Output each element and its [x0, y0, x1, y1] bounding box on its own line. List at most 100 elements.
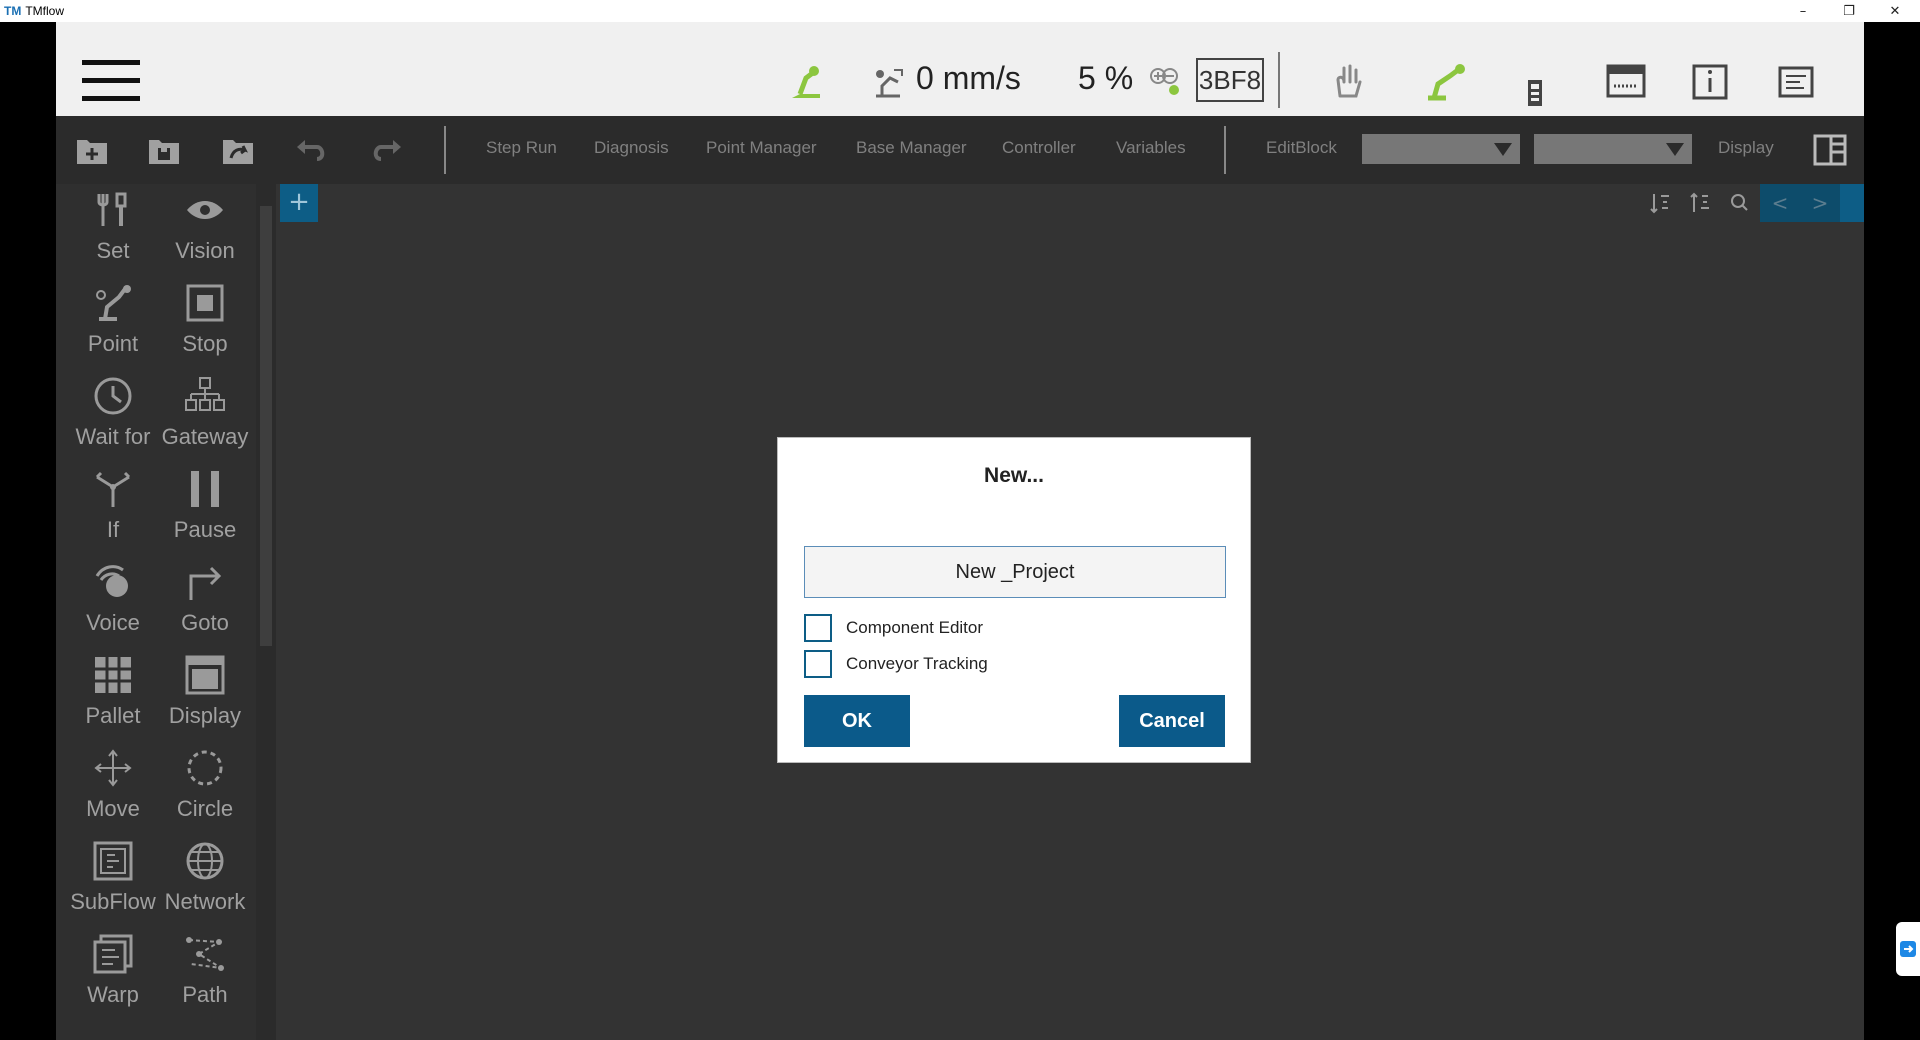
cancel-button[interactable]: Cancel — [1119, 695, 1225, 747]
palette-item-path[interactable]: Path — [160, 928, 250, 1020]
pause-icon — [183, 467, 227, 511]
robot-arm-green-icon[interactable] — [1424, 62, 1468, 102]
palette-item-voice[interactable]: Voice — [68, 556, 158, 648]
clock-icon — [91, 374, 135, 418]
minimize-button[interactable]: – — [1780, 0, 1826, 22]
palette-scroll-thumb[interactable] — [260, 206, 272, 646]
canvas-toolbar: < > — [1640, 184, 1864, 222]
warp-icon — [91, 932, 135, 976]
component-editor-option[interactable]: Component Editor — [804, 614, 983, 642]
palette-scrollbar[interactable] — [256, 184, 276, 1040]
sort-ascending-icon[interactable] — [1640, 184, 1680, 222]
window-title: TMflow — [25, 4, 64, 18]
save-project-icon[interactable] — [146, 132, 182, 168]
toolbar-divider — [444, 126, 446, 174]
project-code-badge: 3BF8 — [1196, 58, 1264, 102]
new-project-dialog: New... Component Editor Conveyor Trackin… — [777, 437, 1251, 763]
save-as-icon[interactable] — [220, 132, 256, 168]
ok-button[interactable]: OK — [804, 695, 910, 747]
palette-item-circle[interactable]: Circle — [160, 742, 250, 834]
previous-button[interactable]: < — [1760, 184, 1800, 222]
add-flow-tab-button[interactable]: + — [280, 184, 318, 222]
palette-item-goto[interactable]: Goto — [160, 556, 250, 648]
sort-descending-icon[interactable] — [1680, 184, 1720, 222]
palette-item-pause[interactable]: Pause — [160, 463, 250, 555]
grid-icon — [91, 653, 135, 697]
wrench-icon — [91, 188, 135, 232]
new-project-icon[interactable] — [74, 132, 110, 168]
conveyor-tracking-label: Conveyor Tracking — [846, 654, 988, 673]
speaker-icon — [91, 560, 135, 604]
status-divider — [1278, 52, 1280, 108]
zoom-search-icon[interactable] — [1720, 184, 1760, 222]
stop-icon — [183, 281, 227, 325]
app-window: 0 mm/s 5 % 3BF8 Step Run Diagnosis Point… — [56, 22, 1864, 1040]
editblock-select-1[interactable] — [1362, 134, 1520, 164]
app-logo: TM — [4, 4, 22, 18]
next-button[interactable]: > — [1800, 184, 1840, 222]
palette-item-gateway[interactable]: Gateway — [160, 370, 250, 462]
speed-readout: 0 mm/s — [916, 60, 1021, 96]
chevron-down-icon — [1666, 142, 1684, 156]
branch-icon — [91, 467, 135, 511]
turn-right-icon — [183, 560, 227, 604]
redo-icon[interactable] — [368, 132, 404, 168]
base-manager-menu[interactable]: Base Manager — [856, 138, 967, 158]
move-arrows-icon — [91, 746, 135, 790]
status-bar: 0 mm/s 5 % 3BF8 — [56, 22, 1864, 116]
toolbar-divider — [1224, 126, 1226, 174]
editblock-menu[interactable]: EditBlock — [1266, 138, 1337, 158]
conveyor-tracking-checkbox[interactable] — [804, 650, 832, 678]
palette-item-warp[interactable]: Warp — [68, 928, 158, 1020]
palette-item-pallet[interactable]: Pallet — [68, 649, 158, 741]
robot-status-icon[interactable] — [786, 62, 826, 102]
info-icon[interactable] — [1690, 62, 1730, 102]
controller-menu[interactable]: Controller — [1002, 138, 1076, 158]
point-manager-menu[interactable]: Point Manager — [706, 138, 817, 158]
undo-icon[interactable] — [294, 132, 330, 168]
chevron-down-icon — [1494, 142, 1512, 156]
dashed-circle-icon — [183, 746, 227, 790]
step-run-menu[interactable]: Step Run — [486, 138, 557, 158]
path-icon — [183, 932, 227, 976]
hierarchy-icon — [183, 374, 227, 418]
palette-item-subflow[interactable]: SubFlow — [68, 835, 158, 927]
close-button[interactable]: ✕ — [1872, 0, 1918, 22]
diagnosis-menu[interactable]: Diagnosis — [594, 138, 669, 158]
main-toolbar: Step Run Diagnosis Point Manager Base Ma… — [56, 116, 1864, 184]
window-title-bar: TM TMflow – ❐ ✕ — [0, 0, 1920, 22]
palette-item-move[interactable]: Move — [68, 742, 158, 834]
controller-icon[interactable] — [1520, 70, 1550, 110]
log-icon[interactable] — [1776, 62, 1816, 102]
component-editor-checkbox[interactable] — [804, 614, 832, 642]
variables-menu[interactable]: Variables — [1116, 138, 1186, 158]
hamburger-menu-icon[interactable] — [82, 60, 140, 102]
robot-arm-icon — [91, 281, 135, 325]
conveyor-tracking-option[interactable]: Conveyor Tracking — [804, 650, 988, 678]
dialog-title: New... — [984, 464, 1044, 487]
speed-robot-icon — [870, 62, 910, 102]
monitor-icon — [183, 653, 227, 697]
palette-item-wait-for[interactable]: Wait for — [68, 370, 158, 462]
panel-layout-icon[interactable] — [1812, 132, 1848, 168]
project-name-input[interactable] — [804, 546, 1226, 598]
canvas-options-dropdown[interactable] — [1840, 184, 1864, 222]
palette-item-set[interactable]: Set — [68, 184, 158, 276]
display-menu[interactable]: Display — [1718, 138, 1774, 158]
speed-percent: 5 % — [1078, 60, 1134, 96]
palette-item-network[interactable]: Network — [160, 835, 250, 927]
palette-item-display[interactable]: Display — [160, 649, 250, 741]
subflow-icon — [91, 839, 135, 883]
node-palette: Set Vision Point Stop Wait for Gateway I… — [56, 184, 256, 1040]
palette-item-vision[interactable]: Vision — [160, 184, 250, 276]
palette-item-point[interactable]: Point — [68, 277, 158, 369]
restore-button[interactable]: ❐ — [1826, 0, 1872, 22]
editblock-select-2[interactable] — [1534, 134, 1692, 164]
palette-item-if[interactable]: If — [68, 463, 158, 555]
eye-icon — [183, 188, 227, 232]
display-screen-icon[interactable] — [1606, 64, 1646, 100]
hand-guide-icon[interactable] — [1328, 62, 1368, 102]
speed-adjust-icon[interactable] — [1148, 66, 1184, 98]
palette-item-stop[interactable]: Stop — [160, 277, 250, 369]
remote-support-icon[interactable] — [1896, 922, 1920, 976]
